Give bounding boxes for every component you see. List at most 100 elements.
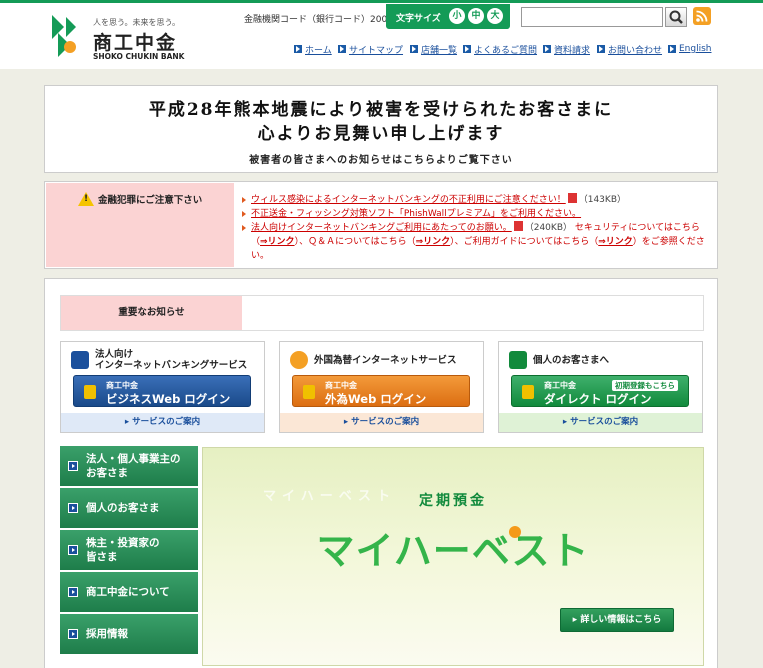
phishwall-link[interactable]: 不正送金・フィッシング対策ソフト「PhishWallプレミアム」をご利用ください… bbox=[251, 209, 581, 219]
fraud-alert-list: ウィルス感染によるインターネットバンキングの不正利用にご注意ください！ （143K… bbox=[241, 193, 709, 263]
font-size-label: 文字サイズ bbox=[396, 14, 441, 24]
login-button-bank-name: 商工中金 bbox=[106, 381, 138, 390]
service-card-business: 法人向け インターネットバンキングサービス 商工中金 ビジネスWeb ログイン … bbox=[60, 341, 265, 433]
pdf-icon bbox=[567, 193, 577, 203]
side-menu-recruit[interactable]: 採用情報 bbox=[60, 614, 198, 656]
site-header: 人を思う。未来を思う。 商工中金 SHOKO CHUKIN BANK 金融機関コ… bbox=[0, 3, 763, 69]
arrow-right-icon bbox=[294, 45, 302, 53]
service-guide-link[interactable]: サービスのご案内 bbox=[499, 413, 702, 432]
side-menu-label: 株主・投資家の 皆さま bbox=[86, 537, 160, 563]
virus-warning-link[interactable]: ウィルス感染によるインターネットバンキングの不正利用にご注意ください！ bbox=[251, 195, 566, 205]
login-button-label: ビジネスWeb ログイン bbox=[106, 392, 231, 406]
promo-banner[interactable]: マイハーベスト 定期預金 マイハーベスト 詳しい情報はこちら bbox=[202, 447, 704, 666]
search-input[interactable] bbox=[521, 7, 663, 27]
font-size-switcher: 文字サイズ 小 中 大 bbox=[386, 4, 510, 29]
login-button-bank-name: 商工中金 bbox=[544, 381, 576, 390]
nav-branches[interactable]: 店舗一覧 bbox=[410, 42, 457, 56]
arrow-right-icon bbox=[543, 45, 551, 53]
side-menu: 法人・個人事業主の お客さま 個人のお客さま 株主・投資家の 皆さま 商工中金に… bbox=[60, 446, 198, 656]
arrow-right-icon bbox=[668, 45, 676, 53]
lock-icon bbox=[84, 385, 96, 399]
earthquake-notice[interactable]: 平成28年熊本地震により被害を受けられたお客さまに 心よりお見舞い申し上げます … bbox=[44, 85, 718, 173]
faq-link[interactable]: ⇒リンク bbox=[416, 237, 451, 247]
nav-home[interactable]: ホーム bbox=[294, 42, 332, 56]
login-button-bank-name: 商工中金 bbox=[325, 381, 357, 390]
faq-text: ）、Ｑ＆Ａについてはこちら（ bbox=[294, 237, 416, 247]
nav-request-materials[interactable]: 資料請求 bbox=[543, 42, 590, 56]
important-notice-box: 重要なお知らせ bbox=[60, 295, 704, 331]
bank-code: 金融機関コード（銀行コード）2004 bbox=[244, 15, 393, 25]
service-title: 個人のお客さまへ bbox=[533, 354, 610, 366]
list-item: 法人向けインターネットバンキングご利用にあたってのお願い。 （240KB） セキュ… bbox=[241, 221, 709, 263]
fruit-icon bbox=[509, 526, 521, 538]
logo-name: 商工中金 bbox=[93, 32, 178, 54]
logo-english-name: SHOKO CHUKIN BANK bbox=[93, 52, 185, 61]
font-size-small-button[interactable]: 小 bbox=[449, 8, 465, 24]
fraud-warning-text: 金融犯罪にご注意下さい bbox=[98, 195, 203, 206]
nav-sitemap-link[interactable]: サイトマップ bbox=[349, 43, 403, 56]
font-size-medium-button[interactable]: 中 bbox=[468, 8, 484, 24]
lock-icon bbox=[522, 385, 534, 399]
nav-contact-link[interactable]: お問い合わせ bbox=[608, 43, 662, 56]
arrow-right-icon bbox=[463, 45, 471, 53]
security-link[interactable]: ⇒リンク bbox=[260, 237, 295, 247]
service-card-forex: 外国為替インターネットサービス 商工中金 外為Web ログイン サービスのご案内 bbox=[279, 341, 484, 433]
rss-feed-button[interactable] bbox=[693, 7, 711, 25]
business-web-login-button[interactable]: 商工中金 ビジネスWeb ログイン bbox=[73, 375, 251, 407]
service-guide-link[interactable]: サービスのご案内 bbox=[280, 413, 483, 432]
earthquake-subtitle-link[interactable]: 被害者の皆さまへのお知らせはこちらよりご覧下さい bbox=[45, 151, 717, 166]
nav-contact[interactable]: お問い合わせ bbox=[597, 42, 662, 56]
earthquake-title-line2: 心よりお見舞い申し上げます bbox=[257, 124, 505, 144]
banner-kicker: 定期預金 bbox=[419, 493, 487, 509]
arrow-right-icon bbox=[68, 545, 78, 555]
nav-english[interactable]: English bbox=[668, 42, 712, 56]
logo[interactable]: 人を思う。未来を思う。 商工中金 SHOKO CHUKIN BANK bbox=[44, 13, 194, 63]
service-card-header: 法人向け インターネットバンキングサービス bbox=[71, 349, 258, 371]
search-button[interactable] bbox=[665, 7, 687, 27]
arrow-right-icon bbox=[338, 45, 346, 53]
font-size-large-button[interactable]: 大 bbox=[487, 8, 503, 24]
nav-request-materials-link[interactable]: 資料請求 bbox=[554, 43, 590, 56]
side-menu-label: 商工中金について bbox=[86, 586, 170, 598]
service-title: 外国為替インターネットサービス bbox=[314, 354, 457, 366]
nav-branches-link[interactable]: 店舗一覧 bbox=[421, 43, 457, 56]
side-menu-personal[interactable]: 個人のお客さま bbox=[60, 488, 198, 530]
rss-icon bbox=[696, 10, 708, 22]
login-button-label: ダイレクト ログイン bbox=[544, 392, 652, 406]
list-item: ウィルス感染によるインターネットバンキングの不正利用にご注意ください！ （143K… bbox=[241, 193, 709, 207]
banner-details-button[interactable]: 詳しい情報はこちら bbox=[560, 608, 674, 632]
service-guide-link[interactable]: サービスのご案内 bbox=[61, 413, 264, 432]
warning-icon bbox=[78, 192, 94, 206]
nav-faq-link[interactable]: よくあるご質問 bbox=[474, 43, 537, 56]
earthquake-title-line1: 平成28年熊本地震により被害を受けられたお客さまに bbox=[148, 100, 614, 120]
arrow-right-icon bbox=[597, 45, 605, 53]
side-menu-label: 法人・個人事業主の お客さま bbox=[86, 453, 181, 479]
file-size: （240KB） bbox=[524, 223, 572, 233]
pdf-icon bbox=[513, 221, 523, 231]
important-notice-label: 重要なお知らせ bbox=[61, 296, 242, 330]
logo-tagline: 人を思う。未来を思う。 bbox=[93, 18, 181, 27]
guide-link[interactable]: ⇒リンク bbox=[598, 237, 633, 247]
side-menu-investors[interactable]: 株主・投資家の 皆さま bbox=[60, 530, 198, 572]
arrow-right-icon bbox=[68, 629, 78, 639]
corporate-ib-request-link[interactable]: 法人向けインターネットバンキングご利用にあたってのお願い。 bbox=[251, 223, 512, 233]
forex-web-login-button[interactable]: 商工中金 外為Web ログイン bbox=[292, 375, 470, 407]
nav-english-link[interactable]: English bbox=[679, 44, 712, 54]
direct-login-button[interactable]: 商工中金 初期登録もこちら ダイレクト ログイン bbox=[511, 375, 689, 407]
side-menu-label: 採用情報 bbox=[86, 628, 128, 640]
lock-icon bbox=[303, 385, 315, 399]
arrow-right-icon bbox=[410, 45, 418, 53]
file-size: （143KB） bbox=[578, 195, 626, 205]
side-menu-about[interactable]: 商工中金について bbox=[60, 572, 198, 614]
nav-home-link[interactable]: ホーム bbox=[305, 43, 332, 56]
fraud-alert-panel: 金融犯罪にご注意下さい ウィルス感染によるインターネットバンキングの不正利用にご… bbox=[44, 181, 718, 269]
nav-faq[interactable]: よくあるご質問 bbox=[463, 42, 537, 56]
arrow-right-icon bbox=[68, 503, 78, 513]
side-menu-corporate[interactable]: 法人・個人事業主の お客さま bbox=[60, 446, 198, 488]
fraud-warning-heading: 金融犯罪にご注意下さい bbox=[78, 192, 202, 206]
nav-sitemap[interactable]: サイトマップ bbox=[338, 42, 403, 56]
main-content: 重要なお知らせ 法人向け インターネットバンキングサービス 商工中金 ビジネスW… bbox=[44, 278, 718, 668]
people-icon bbox=[509, 351, 527, 369]
search-icon bbox=[669, 10, 683, 24]
initial-registration-badge: 初期登録もこちら bbox=[612, 380, 678, 391]
